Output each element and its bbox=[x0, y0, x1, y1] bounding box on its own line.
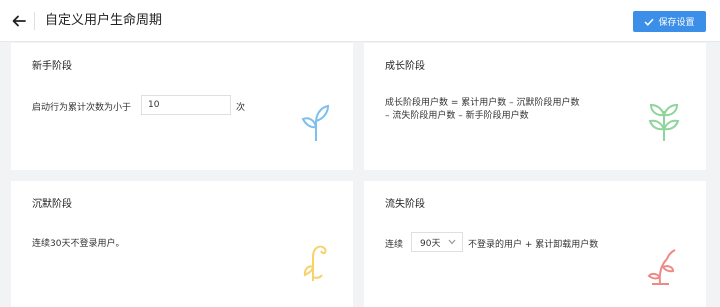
card-title: 流失阶段 bbox=[385, 199, 425, 210]
inactive-days-value: 90天 bbox=[420, 238, 441, 249]
growth-formula-line-1: 成长阶段用户数 = 累计用户数 – 沉默阶段用户数 bbox=[385, 98, 580, 108]
novice-rule-suffix: 次 bbox=[236, 103, 246, 113]
lost-rule-prefix: 连续 bbox=[385, 240, 404, 250]
chevron-down-icon bbox=[448, 239, 456, 245]
silent-stage-card: 沉默阶段 连续30天不登录用户。 bbox=[11, 181, 353, 307]
growth-stage-card: 成长阶段 成长阶段用户数 = 累计用户数 – 沉默阶段用户数 – 流失阶段用户数… bbox=[364, 43, 706, 170]
novice-rule-prefix: 启动行为累计次数为小于 bbox=[32, 103, 132, 113]
card-title: 新手阶段 bbox=[32, 61, 72, 72]
save-button-label: 保存设置 bbox=[658, 18, 695, 28]
save-settings-button[interactable]: 保存设置 bbox=[633, 11, 706, 32]
plant-icon bbox=[648, 103, 680, 141]
growth-formula-line-2: – 流失阶段用户数 – 新手阶段用户数 bbox=[385, 111, 529, 121]
arrow-left-icon bbox=[12, 15, 26, 27]
launch-count-input[interactable] bbox=[141, 95, 231, 115]
dead-plant-icon bbox=[647, 249, 676, 285]
back-button[interactable] bbox=[8, 10, 30, 32]
wilting-plant-icon bbox=[303, 245, 327, 281]
card-title: 沉默阶段 bbox=[32, 199, 72, 210]
novice-stage-card: 新手阶段 启动行为累计次数为小于 次 bbox=[11, 43, 353, 170]
card-title: 成长阶段 bbox=[385, 61, 425, 72]
silent-rule-text: 连续30天不登录用户。 bbox=[32, 239, 125, 249]
inactive-days-select[interactable]: 90天 bbox=[411, 232, 463, 252]
lost-rule-suffix: 不登录的用户 + 累计卸载用户数 bbox=[468, 240, 599, 250]
header-divider bbox=[34, 12, 35, 30]
top-bar: 自定义用户生命周期 保存设置 bbox=[0, 0, 720, 42]
sprout-icon bbox=[301, 104, 330, 141]
check-icon bbox=[644, 18, 655, 26]
page-title: 自定义用户生命周期 bbox=[45, 13, 163, 28]
lost-stage-card: 流失阶段 连续 90天 不登录的用户 + 累计卸载用户数 bbox=[364, 181, 706, 307]
